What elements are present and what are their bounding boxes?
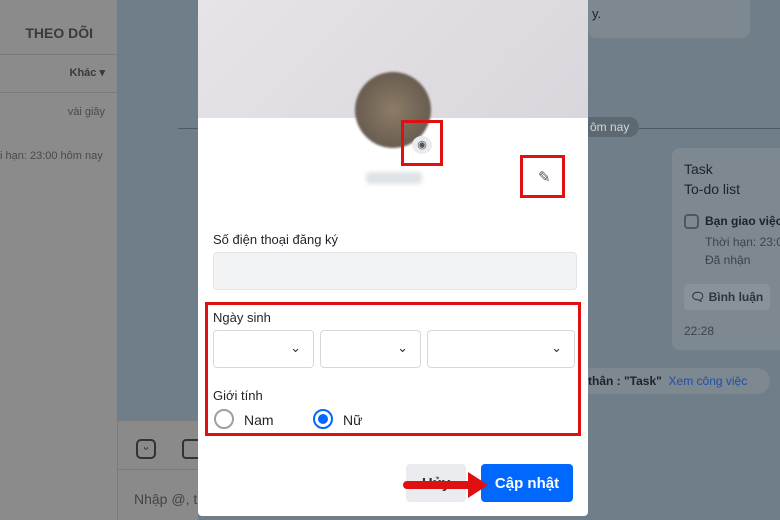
year-select[interactable]: ⌄ [427,330,575,368]
tab-follow[interactable]: THEO DÕI [25,25,93,41]
chevron-down-icon: ⌄ [551,340,562,355]
task-status: Đã nhận [705,253,751,267]
task-subtitle: To-do list [684,181,741,197]
birthday-label: Ngày sinh [213,310,271,325]
chevron-down-icon: ⌄ [397,340,408,355]
checkbox[interactable] [684,214,699,229]
comment-icon: 🗨 [690,290,706,304]
arrow-annotation [403,481,473,489]
radio-male-label: Nam [244,412,274,428]
divider [118,469,198,470]
task-title: Task [684,161,713,177]
item-deadline: i hạn: 23:00 hôm nay [0,150,103,162]
month-select[interactable]: ⌄ [320,330,421,368]
phone-label: Số điện thoại đăng ký [213,232,339,247]
task-deadline: Thời hạn: 23:0 [705,235,780,249]
gender-label: Giới tính [213,388,263,403]
notice-text: thân : "Task" [588,374,662,388]
caret-down-icon: ▾ [99,67,105,79]
comment-label: Bình luận [708,290,764,304]
day-select[interactable]: ⌄ [213,330,314,368]
task-card: Task To-do list Bạn giao việc Thời hạn: … [672,148,780,350]
radio-male[interactable] [214,409,234,429]
display-name [366,172,422,184]
view-task-link[interactable]: Xem công việc [669,374,748,388]
conversation-sidebar: THEO DÕI Khác ▾ vài giây i hạn: 23:00 hô… [0,0,118,520]
system-notice: thân : "Task" Xem công việc [580,368,770,394]
edit-profile-modal: ◉ ✎ Số điện thoại đăng ký Ngày sinh ⌄ ⌄ … [198,0,588,516]
radio-female[interactable] [313,409,333,429]
task-item: Bạn giao việc [705,214,780,228]
filter-label: Khác [69,67,97,79]
highlight-box [520,155,565,198]
message-bubble: y. [588,0,750,38]
chevron-down-icon: ⌄ [290,340,301,355]
comment-button[interactable]: 🗨 Bình luận [684,284,770,310]
task-time: 22:28 [684,324,715,338]
item-time: vài giây [67,106,105,118]
arrow-head [468,472,488,498]
date-divider: ôm nay [580,117,640,137]
compose-bar: ᵕ Nhập @, t [118,420,202,520]
divider [0,54,118,55]
sticker-icon[interactable]: ᵕ [136,439,156,459]
radio-female-label: Nữ [343,412,363,428]
update-button[interactable]: Cập nhật [481,464,573,502]
divider [0,92,118,93]
message-input[interactable]: Nhập @, t [134,491,197,507]
filter-dropdown[interactable]: Khác ▾ [70,66,106,79]
phone-field[interactable] [213,252,577,290]
highlight-box [401,120,443,166]
message-text: y. [592,6,602,21]
